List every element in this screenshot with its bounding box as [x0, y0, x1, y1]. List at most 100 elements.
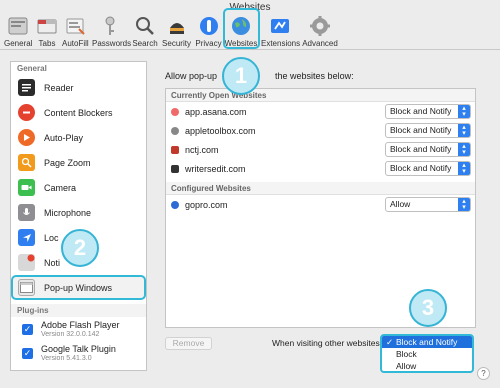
- callout-badge-1: 1: [222, 57, 260, 95]
- menu-item-block-and-notify[interactable]: ✓ Block and Notify: [382, 336, 472, 348]
- plugin-version: Version 5.41.3.0: [41, 355, 92, 362]
- plugin-adobe-flash: ✓ Adobe Flash Player Version 32.0.0.142: [11, 320, 146, 344]
- toolbar-advanced-label: Advanced: [302, 39, 338, 48]
- website-row: nctj.com Block and Notify ▴ ▾: [166, 140, 475, 159]
- toolbar-autofill-label: AutoFill: [62, 39, 89, 48]
- general-icon: [8, 17, 27, 35]
- page-zoom-icon: [18, 154, 35, 171]
- autofill-icon: [66, 18, 85, 35]
- sidebar-item-label: Microphone: [44, 207, 92, 218]
- plugin-checkbox[interactable]: ✓: [22, 348, 33, 359]
- sidebar-item-label: Page Zoom: [44, 157, 91, 168]
- auto-play-icon: [18, 129, 35, 146]
- toolbar-tabs-label: Tabs: [38, 39, 56, 48]
- menu-item-block[interactable]: Block: [382, 348, 472, 360]
- sidebar-item-page-zoom[interactable]: Page Zoom: [11, 150, 146, 175]
- menu-item-label: Block: [396, 349, 417, 359]
- website-name: nctj.com: [185, 144, 219, 155]
- toolbar-security-label: Security: [162, 39, 191, 48]
- toolbar-general-label: General: [4, 39, 33, 48]
- toolbar-passwords[interactable]: Passwords: [92, 14, 132, 50]
- popup-policy-select[interactable]: Block and Notify ▴ ▾: [385, 161, 471, 176]
- sidebar-item-auto-play[interactable]: Auto-Play: [11, 125, 146, 150]
- sidebar-item-microphone[interactable]: Microphone: [11, 200, 146, 225]
- writersedit-favicon-icon: [171, 164, 179, 173]
- tabs-icon: [37, 19, 57, 34]
- select-value: Block and Notify: [390, 106, 452, 116]
- privacy-icon: [199, 17, 218, 35]
- websites-highlight: [223, 8, 260, 49]
- passwords-icon: [105, 16, 115, 35]
- popup-policy-select[interactable]: Block and Notify ▴ ▾: [385, 123, 471, 138]
- plugin-version: Version 32.0.0.142: [41, 331, 100, 338]
- chevron-updown-icon: ▴ ▾: [458, 162, 470, 175]
- asana-favicon-icon: [171, 107, 179, 116]
- sidebar-item-label: Pop-up Windows: [44, 282, 113, 293]
- toolbar-search-label: Search: [132, 39, 158, 48]
- website-row: writersedit.com Block and Notify ▴ ▾: [166, 159, 475, 178]
- menu-item-label: Block and Notify: [396, 337, 458, 347]
- toolbar-extensions[interactable]: Extensions: [261, 14, 301, 50]
- toolbar-privacy-label: Privacy: [195, 39, 222, 48]
- advanced-icon: [310, 16, 330, 36]
- plugin-checkbox[interactable]: ✓: [22, 324, 33, 335]
- sidebar-item-label: Camera: [44, 182, 77, 193]
- sidebar-item-camera[interactable]: Camera: [11, 175, 146, 200]
- currently-open-header: Currently Open Websites: [166, 89, 475, 102]
- sidebar-item-label: Reader: [44, 82, 74, 93]
- help-button[interactable]: ?: [477, 367, 490, 380]
- gopro-favicon-icon: [171, 200, 179, 209]
- popup-windows-icon: [18, 279, 35, 296]
- website-name: app.asana.com: [185, 106, 247, 117]
- popup-policy-select[interactable]: Allow ▴ ▾: [385, 197, 471, 212]
- plugin-name: Google Talk Plugin: [41, 344, 116, 354]
- security-icon: [169, 23, 184, 34]
- plugin-name: Adobe Flash Player: [41, 320, 120, 330]
- website-row: appletoolbox.com Block and Notify ▴ ▾: [166, 121, 475, 140]
- intro-label-right: the websites below:: [275, 71, 354, 81]
- plugin-google-talk: ✓ Google Talk Plugin Version 5.41.3.0: [11, 344, 146, 368]
- other-websites-dropdown[interactable]: ✓ Block and Notify Block Allow: [380, 334, 474, 373]
- sidebar-item-popup-windows[interactable]: Pop-up Windows: [11, 275, 146, 300]
- select-value: Block and Notify: [390, 163, 452, 173]
- chevron-updown-icon: ▴ ▾: [458, 105, 470, 118]
- toolbar-privacy[interactable]: Privacy: [195, 14, 222, 50]
- toolbar-security[interactable]: Security: [161, 14, 192, 50]
- nctj-favicon-icon: [171, 145, 179, 154]
- select-value: Block and Notify: [390, 125, 452, 135]
- website-name: writersedit.com: [185, 163, 246, 174]
- menu-item-label: Allow: [396, 361, 417, 371]
- website-name: gopro.com: [185, 199, 228, 210]
- callout-badge-2: 2: [61, 229, 99, 267]
- toolbar-tabs[interactable]: Tabs: [34, 14, 60, 50]
- toolbar-general[interactable]: General: [4, 14, 33, 50]
- chevron-updown-icon: ▴ ▾: [458, 124, 470, 137]
- menu-item-allow[interactable]: Allow: [382, 360, 472, 371]
- checkmark-icon: ✓: [386, 337, 394, 347]
- toolbar-advanced[interactable]: Advanced: [301, 14, 339, 50]
- sidebar-item-label: Noti: [44, 257, 61, 268]
- extensions-icon: [271, 19, 289, 33]
- toolbar-extensions-label: Extensions: [261, 39, 301, 48]
- chevron-updown-icon: ▴ ▾: [458, 143, 470, 156]
- chevron-updown-icon: ▴ ▾: [458, 198, 470, 211]
- content-blockers-icon: [18, 104, 35, 121]
- camera-icon: [18, 179, 35, 196]
- select-value: Allow: [390, 199, 411, 209]
- toolbar-autofill[interactable]: AutoFill: [62, 14, 89, 50]
- toolbar-search[interactable]: Search: [132, 14, 158, 50]
- sidebar-item-reader[interactable]: Reader: [11, 75, 146, 100]
- sidebar-plugins-header: Plug-ins: [11, 304, 146, 317]
- sidebar-item-label: Loc: [44, 232, 59, 243]
- toolbar-passwords-label: Passwords: [92, 39, 132, 48]
- website-row: app.asana.com Block and Notify ▴ ▾: [166, 102, 475, 121]
- sidebar-item-content-blockers[interactable]: Content Blockers: [11, 100, 146, 125]
- search-icon: [136, 17, 154, 35]
- remove-button[interactable]: Remove: [165, 337, 212, 350]
- popup-policy-select[interactable]: Block and Notify ▴ ▾: [385, 104, 471, 119]
- microphone-icon: [18, 204, 35, 221]
- popup-policy-select[interactable]: Block and Notify ▴ ▾: [385, 142, 471, 157]
- reader-icon: [18, 79, 35, 96]
- website-row: gopro.com Allow ▴ ▾: [166, 195, 475, 214]
- sidebar-general-header: General: [17, 64, 47, 73]
